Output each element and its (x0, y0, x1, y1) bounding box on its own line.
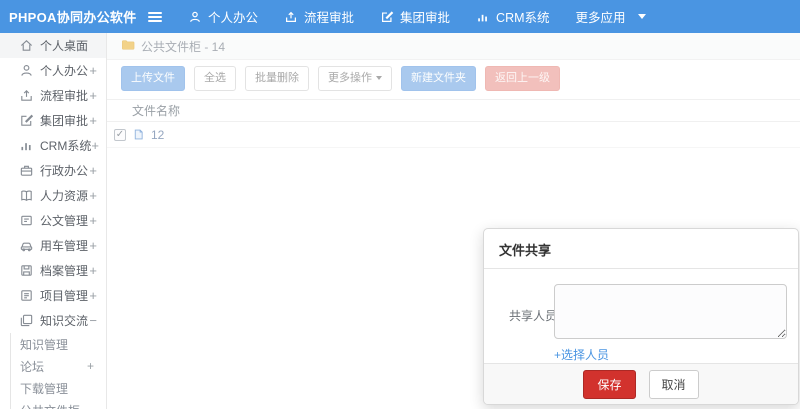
archive-icon (19, 263, 34, 278)
expand-plus[interactable]: + (89, 238, 97, 253)
folder-icon (121, 38, 135, 54)
sidebar-item-admin-office[interactable]: 行政办公 + (0, 158, 106, 183)
sidebar-item-official-docs[interactable]: 公文管理 + (0, 208, 106, 233)
nav-item-personal-office[interactable]: 个人办公 (188, 7, 258, 26)
nav-item-more-apps[interactable]: 更多应用 (576, 7, 646, 26)
new-folder-button[interactable]: 新建文件夹 (401, 66, 476, 92)
bar-chart-icon (476, 10, 490, 24)
share-members-label: 共享人员 (509, 309, 558, 323)
expand-plus[interactable]: + (89, 63, 97, 78)
expand-plus[interactable]: + (91, 138, 99, 153)
file-share-modal: 文件共享 共享人员 +选择人员 保存 取消 (483, 228, 799, 405)
table-header-row: 文件名称 (107, 99, 800, 123)
file-name-link[interactable]: 12 (151, 128, 164, 142)
bar-chart-icon (19, 138, 34, 153)
back-up-level-button[interactable]: 返回上一级 (485, 66, 560, 92)
file-icon (132, 128, 145, 141)
sidebar-item-hr[interactable]: 人力资源 + (0, 183, 106, 208)
expand-minus[interactable]: − (89, 313, 97, 328)
file-toolbar: 上传文件 全选 批量删除 更多操作 新建文件夹 返回上一级 (107, 60, 800, 97)
expand-plus[interactable]: + (89, 113, 97, 128)
modal-footer: 保存 取消 (484, 363, 798, 404)
expand-plus[interactable]: + (87, 359, 94, 373)
expand-plus[interactable]: + (89, 263, 97, 278)
sidebar-item-archives[interactable]: 档案管理 + (0, 258, 106, 283)
modal-title: 文件共享 (484, 229, 798, 269)
car-icon (19, 238, 34, 253)
project-icon (19, 288, 34, 303)
sidebar-item-personal-office[interactable]: 个人办公 + (0, 58, 106, 83)
batch-delete-button[interactable]: 批量删除 (245, 66, 309, 92)
briefcase-icon (19, 163, 34, 178)
top-navbar: PHPOA协同办公软件 个人办公 流程审批 集团审批 CRM系统 更多应用 (0, 0, 800, 33)
sidebar-item-personal-desktop[interactable]: 个人桌面 (0, 33, 106, 58)
document-icon (19, 213, 34, 228)
breadcrumb-label: 公共文件柜 - 14 (141, 39, 226, 54)
modal-body: 共享人员 +选择人员 (484, 269, 798, 363)
sidebar-subitem-knowledge-mgmt[interactable]: 知识管理 (11, 333, 106, 355)
user-icon (19, 63, 34, 78)
sidebar-subitem-public-cabinet[interactable]: 公共文件柜 (11, 399, 106, 409)
sidebar-item-knowledge[interactable]: 知识交流 − (0, 308, 106, 333)
app-window: PHPOA协同办公软件 个人办公 流程审批 集团审批 CRM系统 更多应用 个人… (0, 0, 800, 409)
sidebar-item-crm[interactable]: CRM系统 + (0, 133, 106, 158)
edit-square-icon (380, 10, 394, 24)
save-button[interactable]: 保存 (583, 369, 636, 399)
upload-file-button[interactable]: 上传文件 (121, 66, 185, 92)
expand-plus[interactable]: + (89, 163, 97, 178)
select-members-link[interactable]: +选择人员 (554, 346, 609, 363)
select-all-button[interactable]: 全选 (194, 66, 236, 92)
more-actions-button[interactable]: 更多操作 (318, 66, 392, 92)
user-icon (188, 10, 202, 24)
share-members-textarea[interactable] (554, 284, 787, 339)
sidebar: 个人桌面 个人办公 + 流程审批 + 集团审批 + CRM系统 + 行政办公 +… (0, 33, 107, 409)
sidebar-item-projects[interactable]: 项目管理 + (0, 283, 106, 308)
hamburger-icon[interactable] (148, 11, 162, 22)
edit-square-icon (19, 113, 34, 128)
row-checkbox[interactable]: ✓ (114, 128, 126, 141)
nav-item-process-approval[interactable]: 流程审批 (284, 7, 354, 26)
breadcrumb: 公共文件柜 - 14 (107, 33, 800, 60)
nav-item-crm[interactable]: CRM系统 (476, 7, 550, 26)
app-logo[interactable]: PHPOA协同办公软件 (0, 7, 136, 26)
table-row[interactable]: ✓ 12 (107, 122, 800, 149)
process-upload-icon (284, 10, 298, 24)
caret-down-icon (637, 14, 646, 19)
caret-down-icon (376, 76, 382, 81)
sidebar-item-vehicle[interactable]: 用车管理 + (0, 233, 106, 258)
home-icon (19, 38, 34, 53)
cancel-button[interactable]: 取消 (648, 369, 699, 399)
nav-item-group-approval[interactable]: 集团审批 (380, 7, 450, 26)
sidebar-subitem-downloads[interactable]: 下载管理 (11, 377, 106, 399)
column-header-filename: 文件名称 (132, 104, 181, 119)
sidebar-item-group-approval[interactable]: 集团审批 + (0, 108, 106, 133)
sidebar-subitem-forum[interactable]: 论坛 + (11, 355, 106, 377)
expand-plus[interactable]: + (89, 188, 97, 203)
file-table: 文件名称 ✓ 12 (107, 99, 800, 149)
knowledge-submenu: 知识管理 论坛 + 下载管理 公共文件柜 (10, 333, 106, 409)
top-nav-menu: 个人办公 流程审批 集团审批 CRM系统 更多应用 (188, 7, 646, 26)
book-icon (19, 188, 34, 203)
knowledge-icon (19, 313, 34, 328)
expand-plus[interactable]: + (89, 288, 97, 303)
expand-plus[interactable]: + (89, 213, 97, 228)
expand-plus[interactable]: + (89, 88, 97, 103)
process-upload-icon (19, 88, 34, 103)
sidebar-item-process-approval[interactable]: 流程审批 + (0, 83, 106, 108)
